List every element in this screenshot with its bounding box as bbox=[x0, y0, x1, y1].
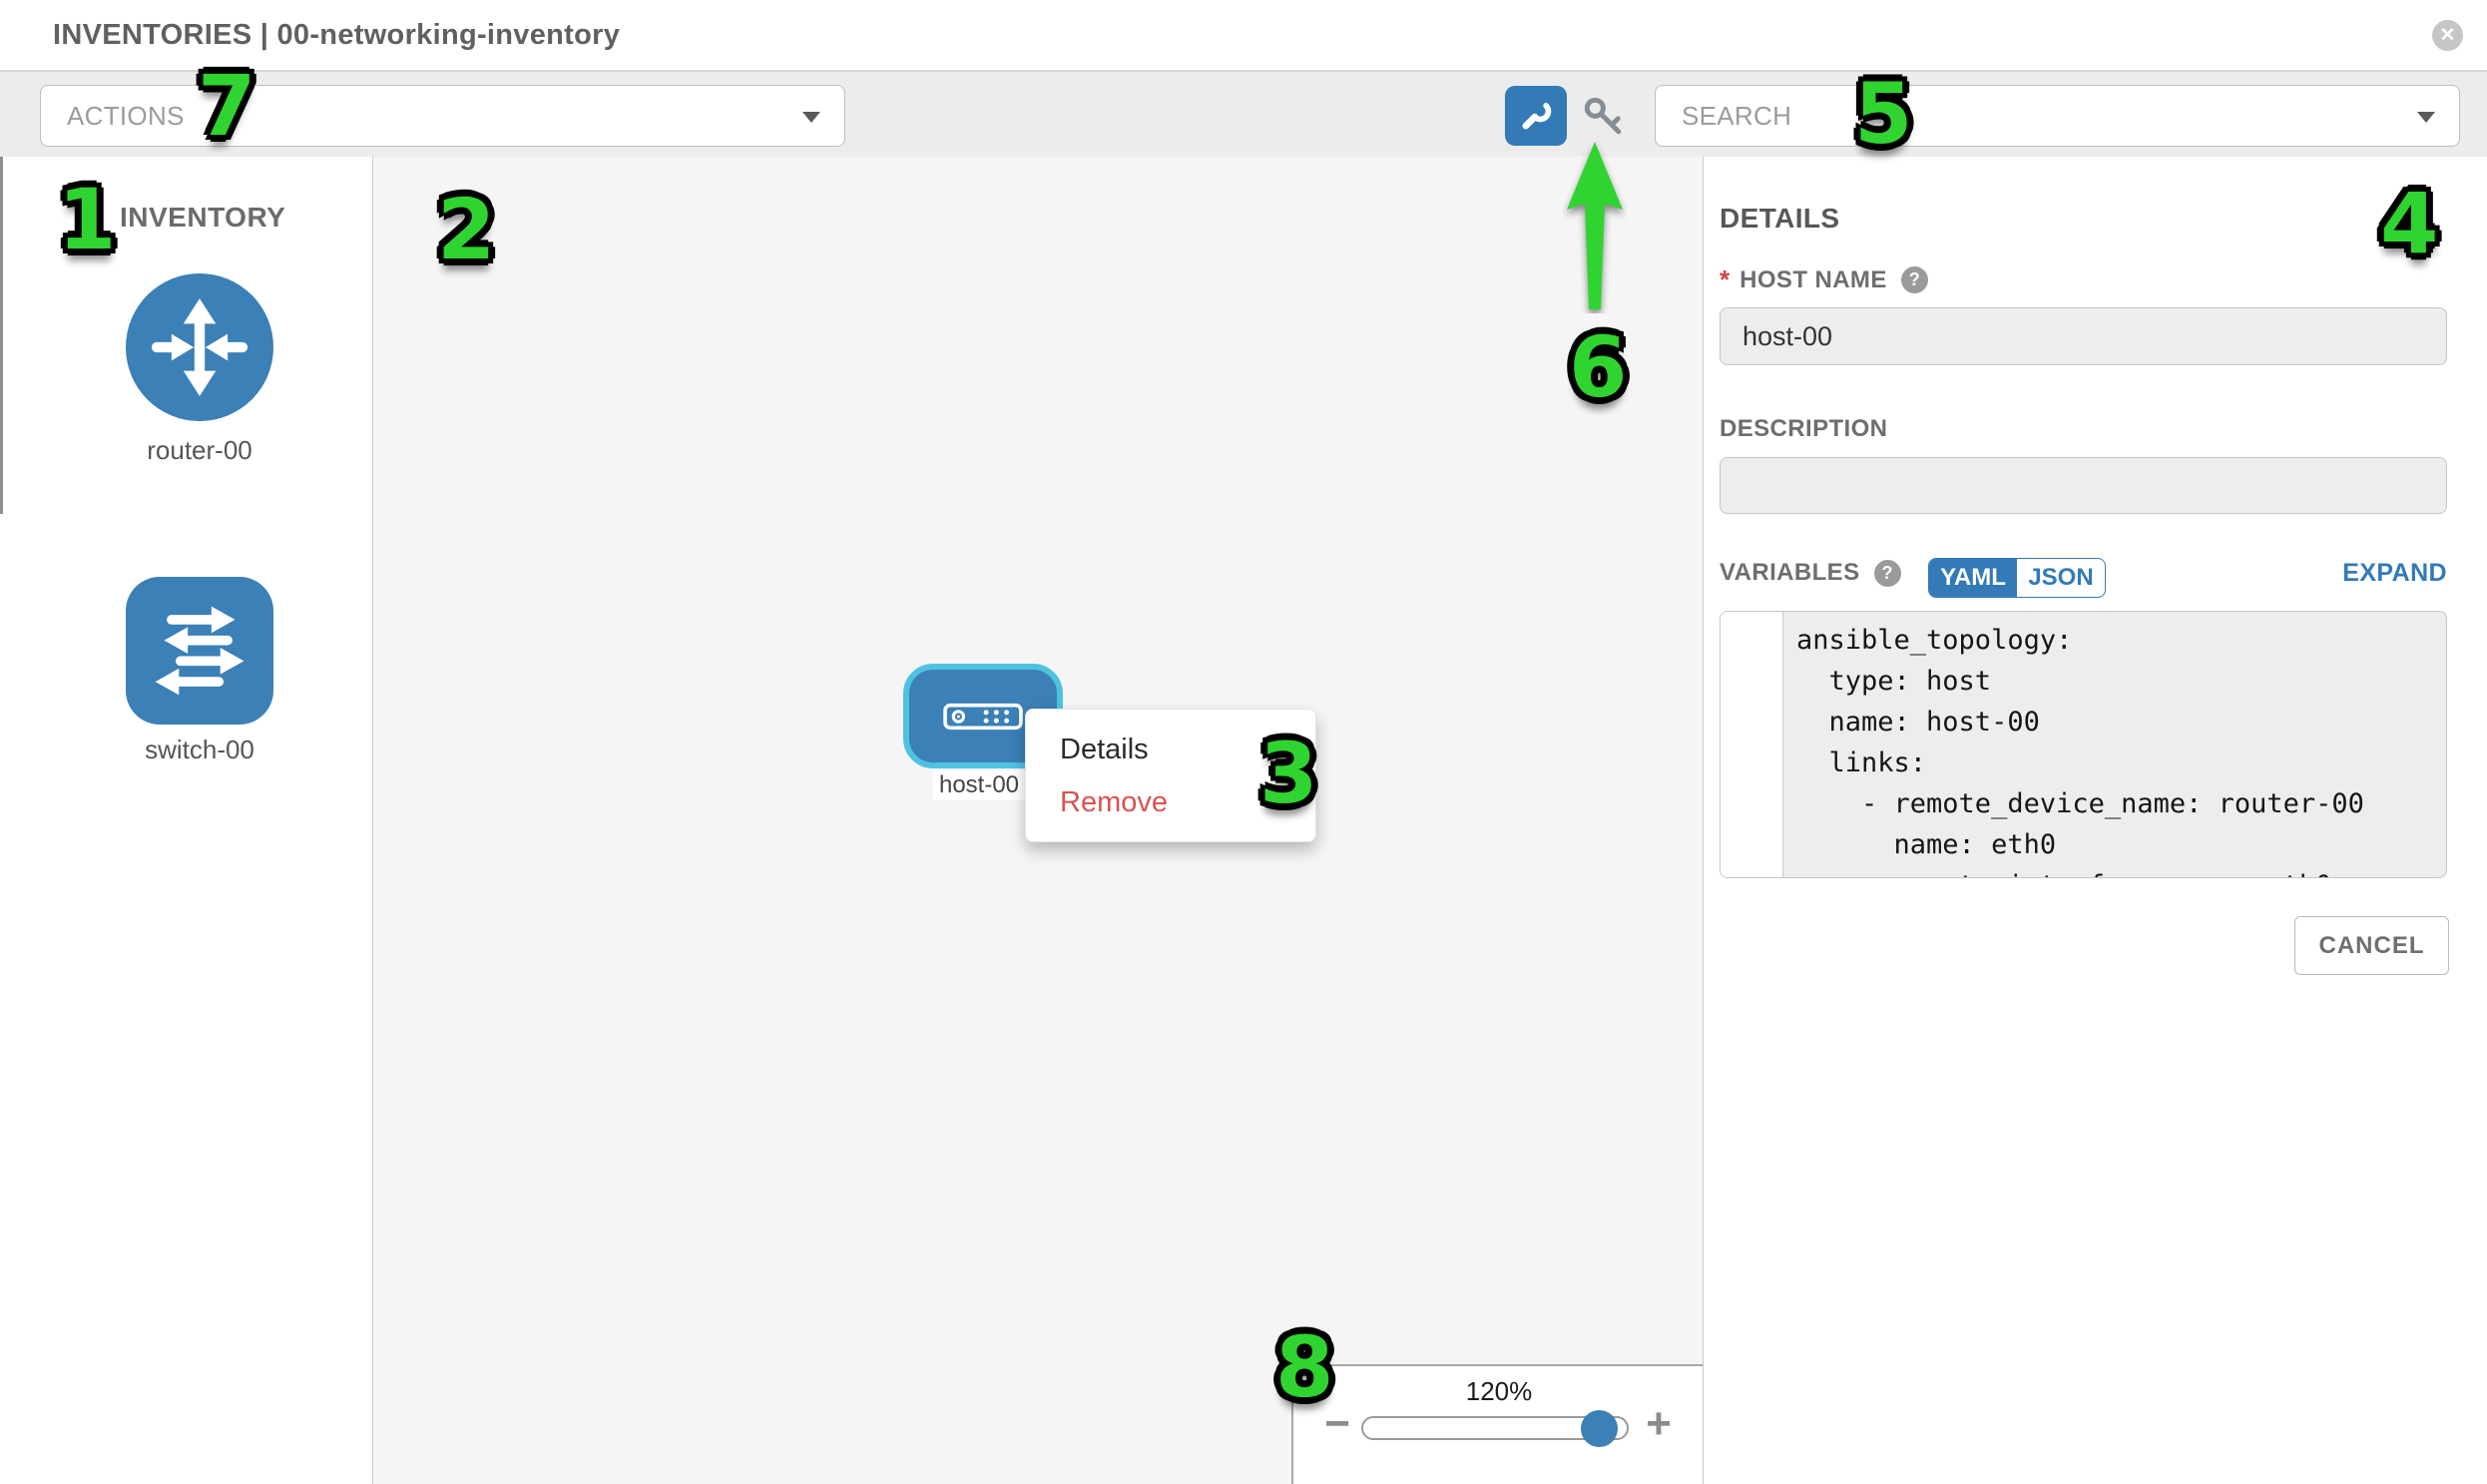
search-dropdown[interactable]: SEARCH bbox=[1655, 85, 2460, 147]
panel-edge-divider bbox=[0, 157, 3, 514]
zoom-in-button[interactable]: + bbox=[1639, 1404, 1679, 1444]
annotation-7: 7 bbox=[198, 64, 255, 148]
annotation-3: 3 bbox=[1259, 732, 1317, 815]
annotation-4: 4 bbox=[2380, 182, 2438, 265]
search-dropdown-label: SEARCH bbox=[1682, 101, 1791, 132]
question-icon: ? bbox=[1901, 266, 1928, 293]
palette-item-label: router-00 bbox=[80, 435, 319, 466]
key-button[interactable] bbox=[1579, 94, 1629, 140]
question-icon: ? bbox=[1874, 560, 1901, 587]
actions-dropdown[interactable]: ACTIONS bbox=[40, 85, 845, 147]
chevron-down-icon bbox=[802, 112, 820, 123]
wrench-icon bbox=[1518, 98, 1554, 134]
inventory-palette-title: INVENTORY bbox=[120, 202, 285, 234]
required-asterisk: * bbox=[1720, 264, 1730, 295]
host-name-label-row: * HOST NAME ? bbox=[1720, 264, 1928, 295]
editor-line: 6 name: eth0 bbox=[1721, 824, 2446, 865]
editor-line: 5 - remote_device_name: router-00 bbox=[1721, 783, 2446, 824]
page-title: INVENTORIES | 00-networking-inventory bbox=[53, 0, 620, 70]
page-header: INVENTORIES | 00-networking-inventory ✕ bbox=[0, 0, 2487, 72]
editor-rows: 1 ansible_topology: 2 type: host 3 name:… bbox=[1721, 612, 2446, 878]
host-name-label: HOST NAME bbox=[1740, 266, 1887, 294]
editor-line: 4 links: bbox=[1721, 742, 2446, 783]
annotation-6: 6 bbox=[1569, 325, 1627, 409]
annotation-8: 8 bbox=[1275, 1325, 1333, 1409]
close-icon[interactable]: ✕ bbox=[2432, 20, 2463, 51]
editor-line: 7 remote_interface_name: eth0 bbox=[1721, 865, 2446, 878]
variables-label-row: VARIABLES ? bbox=[1720, 559, 1901, 587]
chevron-down-icon bbox=[2417, 112, 2435, 123]
editor-line: 2 type: host bbox=[1721, 661, 2446, 702]
palette-item-router[interactable] bbox=[126, 273, 273, 421]
annotation-2: 2 bbox=[437, 188, 495, 271]
zoom-control: 120% − + bbox=[1291, 1364, 1703, 1484]
toggle-yaml-button[interactable]: YAML bbox=[1929, 559, 2017, 597]
host-icon bbox=[943, 703, 1023, 731]
editor-line: 3 name: host-00 bbox=[1721, 702, 2446, 742]
cancel-button[interactable]: CANCEL bbox=[2294, 916, 2449, 975]
zoom-slider-knob[interactable] bbox=[1581, 1410, 1618, 1447]
zoom-level-value: 120% bbox=[1293, 1376, 1705, 1407]
details-panel-title: DETAILS bbox=[1720, 203, 1840, 235]
annotation-1: 1 bbox=[58, 178, 116, 261]
variables-label: VARIABLES bbox=[1720, 559, 1860, 587]
annotation-5: 5 bbox=[1854, 72, 1912, 156]
switch-icon bbox=[126, 577, 273, 725]
variables-editor[interactable]: 1 ansible_topology: 2 type: host 3 name:… bbox=[1720, 611, 2447, 878]
arrow-up-icon bbox=[1563, 136, 1627, 313]
variables-format-toggle: YAML JSON bbox=[1928, 558, 2106, 598]
description-label: DESCRIPTION bbox=[1720, 415, 1887, 443]
palette-item-switch[interactable] bbox=[126, 577, 273, 725]
expand-link[interactable]: EXPAND bbox=[2247, 559, 2447, 588]
editor-line: 1 ansible_topology: bbox=[1721, 620, 2446, 661]
editor-gutter bbox=[1721, 612, 1783, 878]
canvas-node-label: host-00 bbox=[933, 770, 1025, 800]
host-name-input[interactable] bbox=[1720, 307, 2447, 365]
toggle-toolbox-button[interactable] bbox=[1505, 86, 1567, 146]
description-input[interactable] bbox=[1720, 457, 2447, 514]
toggle-json-button[interactable]: JSON bbox=[2017, 559, 2105, 597]
actions-dropdown-label: ACTIONS bbox=[67, 101, 185, 132]
toolbar: ACTIONS SEARCH bbox=[0, 72, 2487, 158]
key-icon bbox=[1581, 96, 1627, 138]
router-icon bbox=[126, 273, 273, 421]
palette-item-label: switch-00 bbox=[80, 735, 319, 765]
